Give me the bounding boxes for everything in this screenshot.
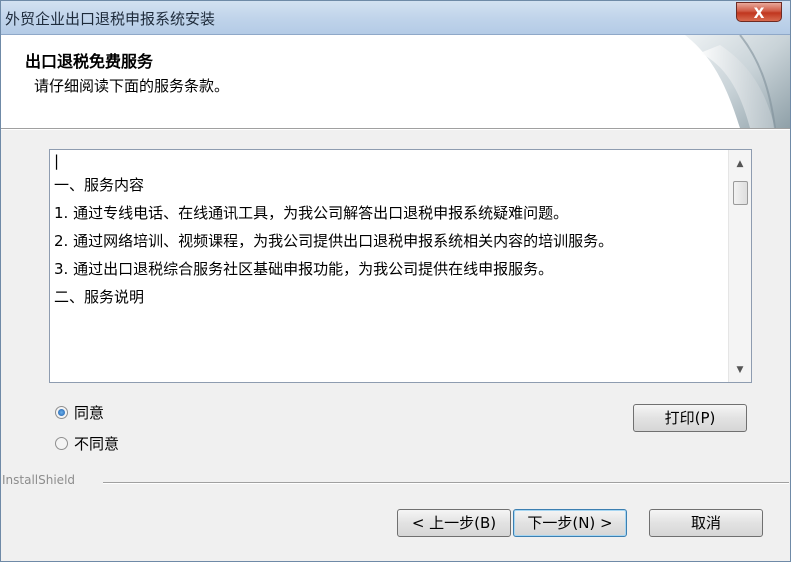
terms-paragraph: 1. 通过专线电话、在线通讯工具，为我公司解答出口退税申报系统疑难问题。	[54, 204, 569, 222]
window-title: 外贸企业出口退税申报系统安装	[5, 10, 216, 28]
header-decoration-graphic	[685, 35, 790, 128]
scroll-thumb[interactable]	[733, 181, 748, 205]
footer-separator	[103, 482, 789, 484]
disagree-option[interactable]: 不同意	[55, 433, 119, 454]
title-bar[interactable]: 外贸企业出口退税申报系统安装 X	[1, 1, 790, 35]
agree-option[interactable]: 同意	[55, 402, 104, 423]
scroll-up-arrow-icon[interactable]: ▲	[729, 154, 751, 174]
text-caret: |	[54, 152, 60, 170]
next-button[interactable]: 下一步(N) >	[513, 509, 627, 537]
back-button[interactable]: < 上一步(B)	[397, 509, 511, 537]
installshield-brand: InstallShield	[2, 473, 76, 487]
print-button[interactable]: 打印(P)	[633, 404, 747, 432]
header-separator	[1, 129, 790, 130]
cancel-button[interactable]: 取消	[649, 509, 763, 537]
terms-paragraph: 二、服务说明	[54, 288, 145, 306]
page-subtitle: 请仔细阅读下面的服务条款。	[34, 77, 230, 95]
disagree-label: 不同意	[74, 435, 120, 453]
installer-window: 外贸企业出口退税申报系统安装 X 出口退税免费服务 请仔细阅读下面的服务条款。	[0, 0, 791, 562]
header-panel: 出口退税免费服务 请仔细阅读下面的服务条款。	[1, 35, 790, 129]
scroll-down-arrow-icon[interactable]: ▼	[729, 360, 751, 380]
close-button[interactable]: X	[736, 2, 782, 22]
terms-content: | 一、服务内容 1. 通过专线电话、在线通讯工具，为我公司解答出口退税申报系统…	[54, 152, 726, 306]
terms-text-area[interactable]: | 一、服务内容 1. 通过专线电话、在线通讯工具，为我公司解答出口退税申报系统…	[49, 149, 752, 383]
agree-label: 同意	[74, 404, 105, 422]
page-title: 出口退税免费服务	[25, 52, 154, 71]
agree-radio[interactable]	[55, 406, 68, 419]
disagree-radio[interactable]	[55, 437, 68, 450]
close-icon: X	[753, 6, 765, 22]
vertical-scrollbar[interactable]: ▲ ▼	[728, 150, 751, 382]
terms-paragraph: 一、服务内容	[54, 176, 145, 194]
terms-paragraph: 2. 通过网络培训、视频课程，为我公司提供出口退税申报系统相关内容的培训服务。	[54, 232, 614, 250]
terms-paragraph: 3. 通过出口退税综合服务社区基础申报功能，为我公司提供在线申报服务。	[54, 260, 554, 278]
